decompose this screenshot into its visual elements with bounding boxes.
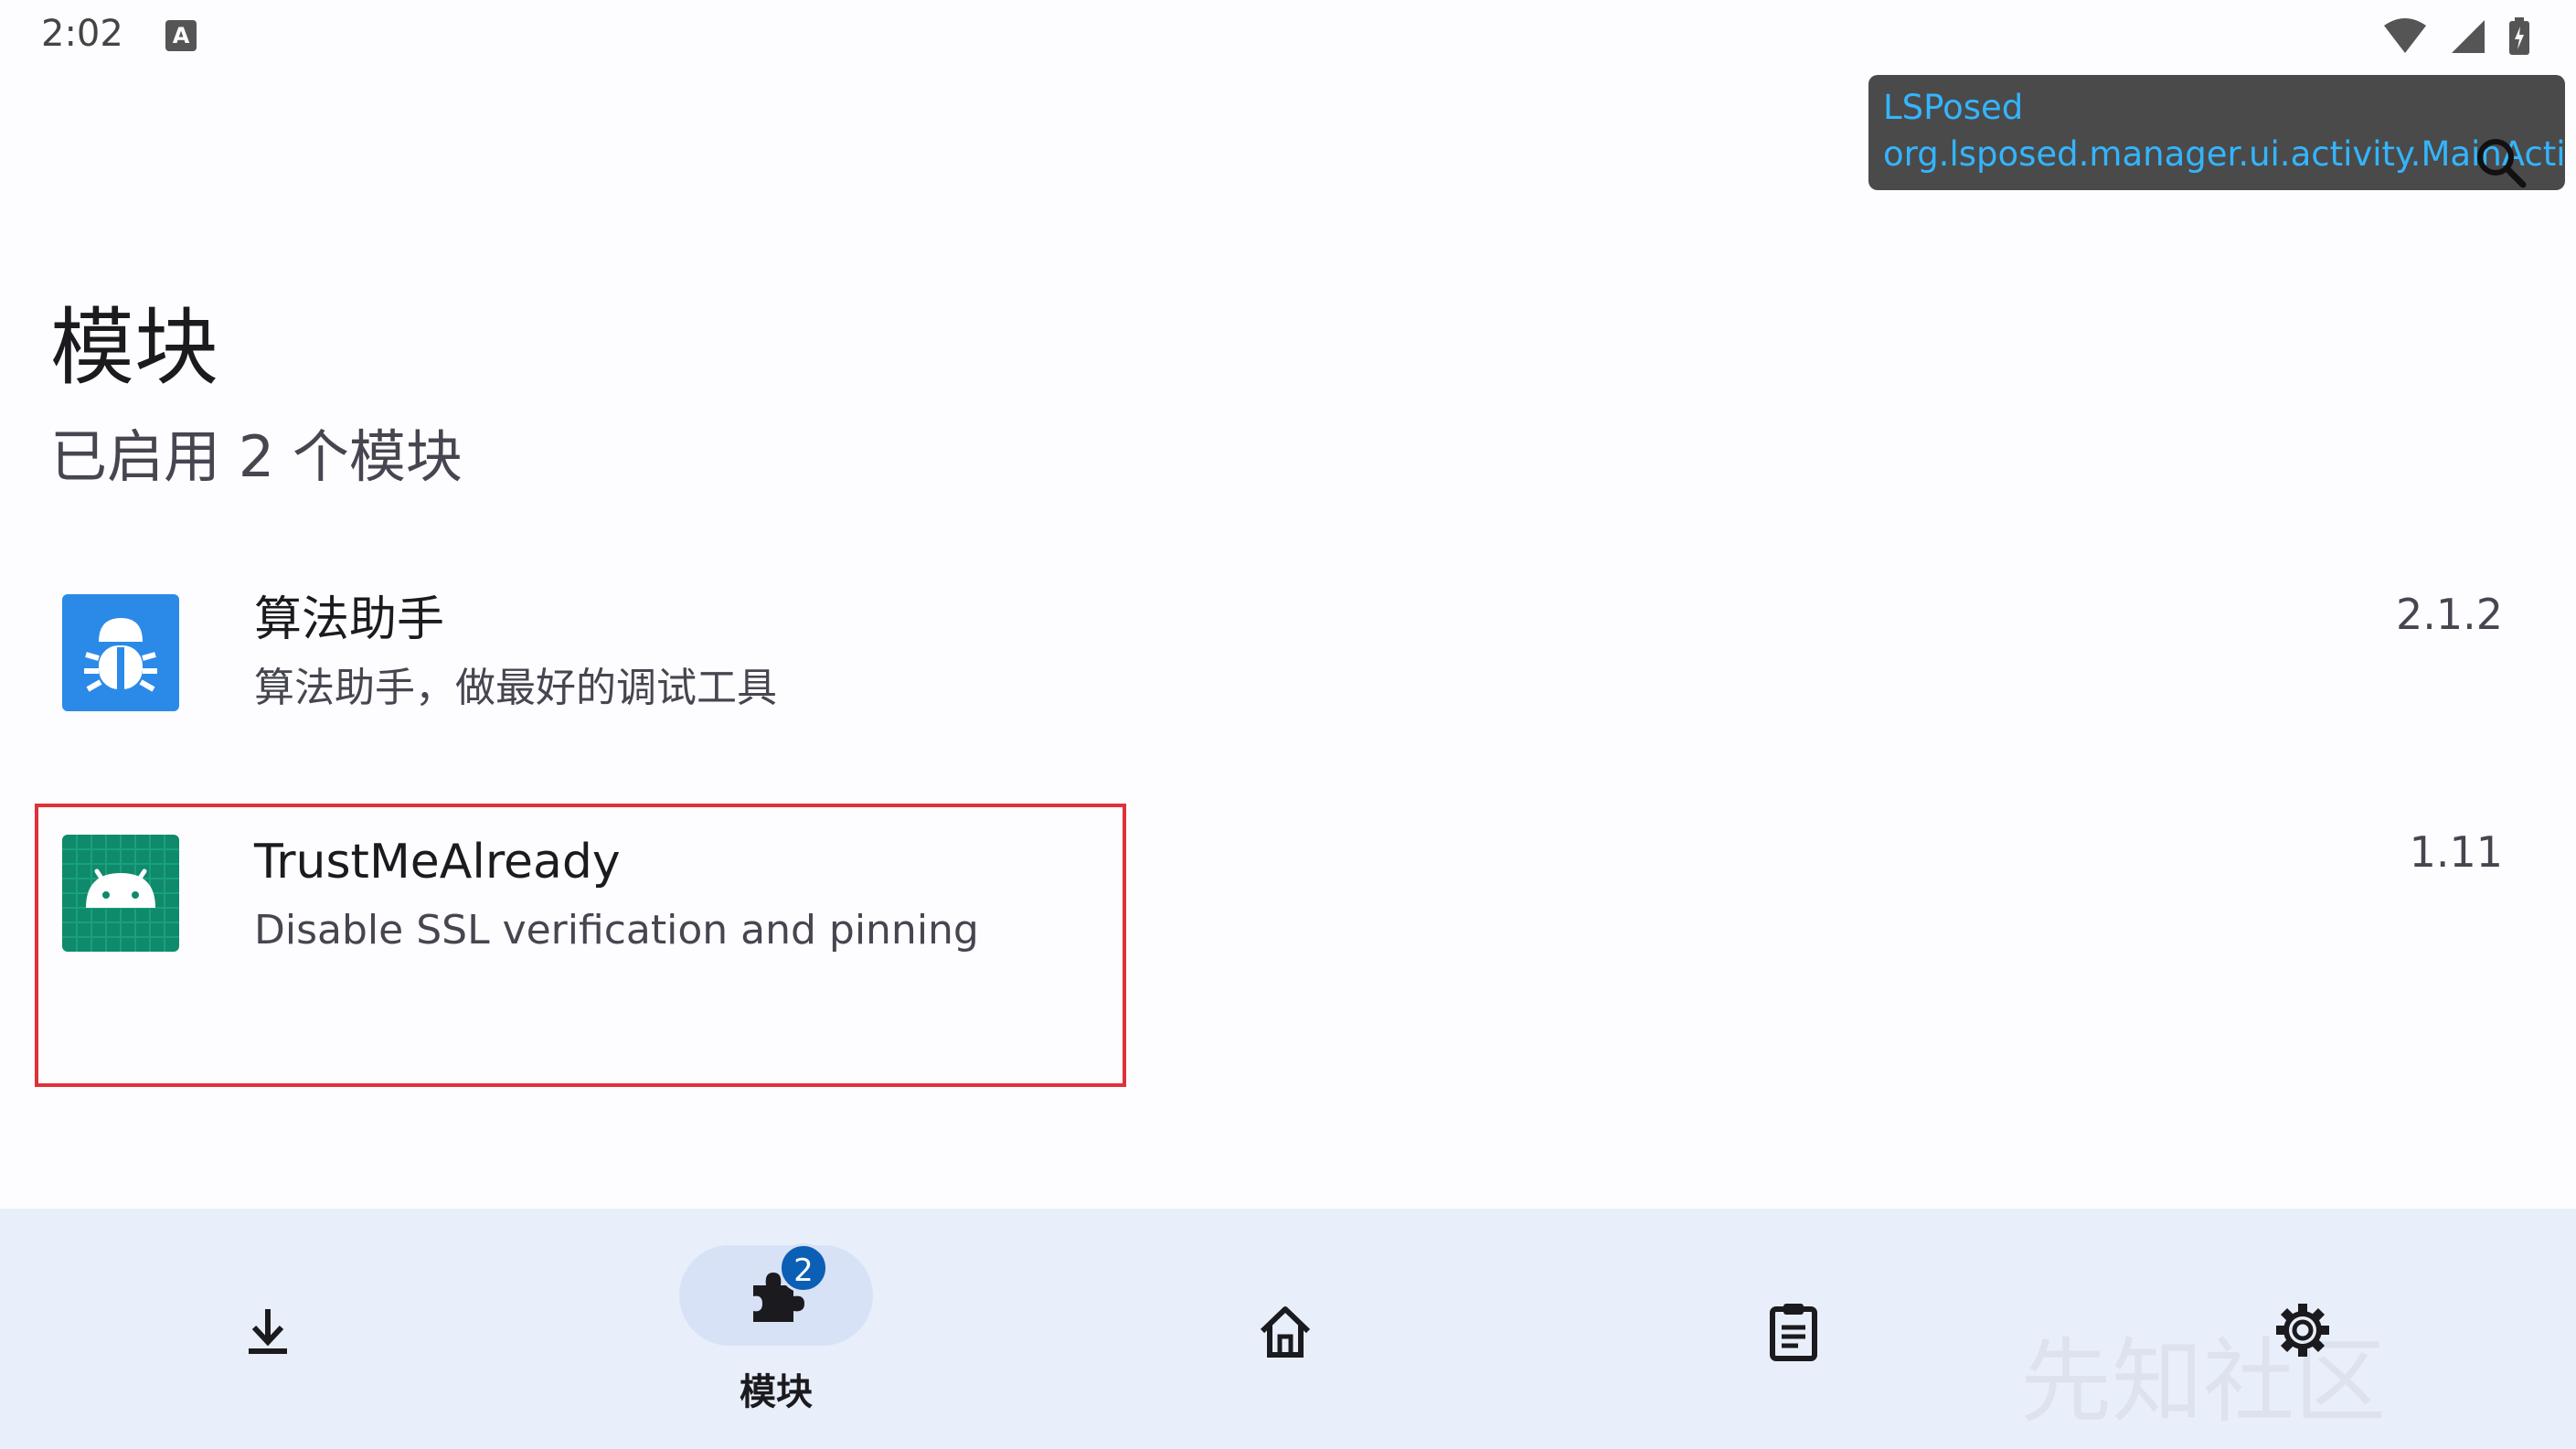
module-name: TrustMeAlready xyxy=(254,835,621,890)
module-name: 算法助手 xyxy=(254,592,445,647)
nav-item-repository[interactable] xyxy=(131,1209,405,1449)
overlay-package: LSPosed xyxy=(1883,88,2024,127)
module-description: 算法助手，做最好的调试工具 xyxy=(254,665,777,711)
cellular-signal-icon xyxy=(2452,20,2485,53)
overlay-activity: org.lsposed.manager.ui.activity.MainActi… xyxy=(1883,134,2565,174)
module-version: 1.11 xyxy=(2409,827,2503,877)
watermark: 先知社区 xyxy=(2020,1328,2386,1435)
module-description: Disable SSL verification and pinning xyxy=(254,907,979,954)
clipboard-icon xyxy=(1770,1304,1817,1361)
modules-count-badge: 2 xyxy=(779,1243,828,1293)
notification-icon: A xyxy=(165,20,197,51)
status-bar: 2:02 A xyxy=(0,0,2576,73)
home-icon xyxy=(1260,1306,1311,1358)
bug-icon xyxy=(62,594,179,711)
status-icons xyxy=(2382,15,2530,59)
nav-label-modules: 模块 xyxy=(740,1371,813,1413)
module-version: 2.1.2 xyxy=(2395,590,2503,639)
download-icon xyxy=(249,1309,287,1354)
android-icon xyxy=(62,835,179,952)
battery-icon xyxy=(2509,17,2529,55)
search-icon[interactable] xyxy=(2474,135,2528,190)
wifi-icon xyxy=(2384,18,2426,53)
page-title: 模块 xyxy=(50,299,219,397)
nav-item-modules[interactable]: 模块 xyxy=(639,1209,913,1449)
activity-info-overlay: LSPosed org.lsposed.manager.ui.activity.… xyxy=(1868,75,2565,190)
module-item-algorithm-helper[interactable]: 算法助手 算法助手，做最好的调试工具 2.1.2 xyxy=(0,567,2576,777)
nav-item-home[interactable] xyxy=(1148,1209,1422,1449)
module-item-trustmealready[interactable]: TrustMeAlready Disable SSL verification … xyxy=(0,809,2576,1083)
nav-item-logs[interactable] xyxy=(1656,1209,1931,1449)
status-time: 2:02 xyxy=(41,13,123,55)
page-subtitle: 已启用 2 个模块 xyxy=(50,423,463,490)
